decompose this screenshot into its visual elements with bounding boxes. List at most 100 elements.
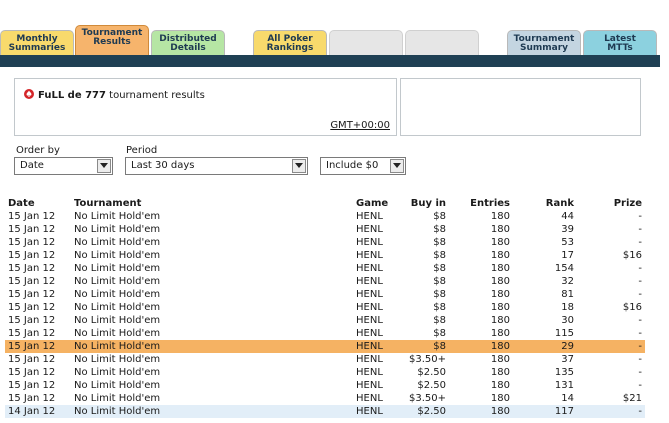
cell-rank: 39 (561, 224, 574, 235)
period-value: Last 30 days (131, 160, 195, 171)
cell-prize: - (638, 380, 642, 391)
tab-tournament-results[interactable]: Tournament Results (75, 25, 149, 55)
table-row[interactable]: 15 Jan 12 No Limit Hold'em HENL $8 180 115 - (5, 327, 645, 340)
cell-date: 15 Jan 12 (5, 340, 71, 353)
cell-buyin: $8 (433, 289, 446, 300)
cell-buyin: $2.50 (397, 405, 449, 418)
cell-game: HENL (353, 340, 397, 353)
cell-prize: - (638, 237, 642, 248)
cell-prize: - (638, 354, 642, 365)
cell-prize: - (638, 263, 642, 274)
cell-buyin: $8 (433, 211, 446, 222)
cell-tournament: No Limit Hold'em (74, 393, 161, 404)
cell-game: HENL (356, 263, 383, 274)
col-rank[interactable]: Rank (513, 196, 577, 210)
table-row[interactable]: 15 Jan 12 No Limit Hold'em HENL $8 180 39 - (5, 223, 645, 236)
cell-rank: 131 (554, 380, 574, 391)
cell-rank: 32 (561, 276, 574, 287)
cell-date: 15 Jan 12 (8, 276, 56, 287)
cell-prize: - (638, 315, 642, 326)
col-date[interactable]: Date (5, 196, 71, 210)
cell-buyin: $3.50+ (408, 393, 446, 404)
table-row[interactable]: 15 Jan 12 No Limit Hold'em HENL $3.50+ 180 37… (5, 353, 645, 366)
table-row[interactable]: 15 Jan 12 No Limit Hold'em HENL $2.50 180 135… (5, 366, 645, 379)
cell-buyin: $8 (433, 250, 446, 261)
cell-buyin: $8 (433, 302, 446, 313)
cell-entries: 180 (490, 289, 510, 300)
cell-rank: 37 (561, 354, 574, 365)
table-row[interactable]: 15 Jan 12 No Limit Hold'em HENL $8 180 17 $16 (5, 249, 645, 262)
tab-label: Results (93, 37, 131, 47)
cell-buyin: $8 (433, 237, 446, 248)
cell-rank: 135 (554, 367, 574, 378)
table-header: Date Tournament Game Buy in Entries Rank… (5, 196, 645, 210)
tab-empty-2[interactable] (405, 30, 479, 56)
cell-date: 14 Jan 12 (5, 405, 71, 418)
tab-underline-bar (0, 55, 660, 67)
cell-entries: 180 (490, 211, 510, 222)
table-row[interactable]: 15 Jan 12 No Limit Hold'em HENL $8 180 32 - (5, 275, 645, 288)
cell-prize: - (638, 289, 642, 300)
secondary-info-box (400, 78, 641, 136)
order-by-select[interactable]: Date (14, 157, 113, 175)
cell-tournament: No Limit Hold'em (74, 315, 161, 326)
cell-entries: 180 (449, 340, 513, 353)
tab-tournament-summary[interactable]: Tournament Summary (507, 30, 581, 56)
cell-prize: - (638, 367, 642, 378)
col-game[interactable]: Game (353, 196, 397, 210)
cell-game: HENL (353, 405, 397, 418)
cell-game: HENL (356, 224, 383, 235)
include-zero-select[interactable]: Include $0 (320, 157, 406, 175)
pokerstars-spade-icon (24, 89, 34, 99)
col-entries[interactable]: Entries (449, 196, 513, 210)
table-row[interactable]: 15 Jan 12 No Limit Hold'em HENL $3.50+ 180 14… (5, 392, 645, 405)
cell-game: HENL (356, 276, 383, 287)
cell-game: HENL (356, 367, 383, 378)
cell-prize: $16 (622, 302, 642, 313)
cell-rank: 154 (554, 263, 574, 274)
tab-latest-mtts[interactable]: Latest MTTs (583, 30, 657, 56)
timezone-link[interactable]: GMT+00:00 (330, 120, 390, 131)
table-row[interactable]: 15 Jan 12 No Limit Hold'em HENL $2.50 180 131… (5, 379, 645, 392)
table-row[interactable]: 15 Jan 12 No Limit Hold'em HENL $8 180 44 - (5, 210, 645, 223)
tab-label: Summaries (8, 43, 66, 53)
table-row[interactable]: 15 Jan 12 No Limit Hold'em HENL $8 180 18 $16 (5, 301, 645, 314)
col-tournament[interactable]: Tournament (71, 196, 353, 210)
table-row[interactable]: 15 Jan 12 No Limit Hold'em HENL $8 180 154 - (5, 262, 645, 275)
cell-tournament: No Limit Hold'em (74, 237, 161, 248)
cell-entries: 180 (490, 380, 510, 391)
cell-entries: 180 (490, 224, 510, 235)
cell-prize: - (638, 276, 642, 287)
cell-game: HENL (356, 250, 383, 261)
tab-distributed-details[interactable]: Distributed Details (151, 30, 225, 56)
period-select[interactable]: Last 30 days (125, 157, 308, 175)
col-prize[interactable]: Prize (577, 196, 645, 210)
cell-entries: 180 (490, 302, 510, 313)
tab-label: Summary (519, 43, 569, 53)
tab-empty-1[interactable] (329, 30, 403, 56)
cell-rank: 81 (561, 289, 574, 300)
table-row[interactable]: 15 Jan 12 No Limit Hold'em HENL $8 180 81 - (5, 288, 645, 301)
cell-prize: - (638, 211, 642, 222)
table-row[interactable]: 15 Jan 12 No Limit Hold'em HENL $8 180 30 - (5, 314, 645, 327)
cell-game: HENL (356, 315, 383, 326)
table-row[interactable]: 15 Jan 12 No Limit Hold'em HENL $8 180 53 - (5, 236, 645, 249)
cell-game: HENL (356, 393, 383, 404)
cell-rank: 44 (561, 211, 574, 222)
cell-rank: 29 (513, 340, 577, 353)
cell-date: 15 Jan 12 (8, 328, 56, 339)
cell-buyin: $8 (433, 224, 446, 235)
tab-monthly-summaries[interactable]: Monthly Summaries (0, 30, 74, 56)
order-by-value: Date (20, 160, 44, 171)
tab-label: Details (170, 43, 206, 53)
chevron-down-icon (292, 159, 306, 173)
col-buyin[interactable]: Buy in (397, 196, 449, 210)
player-info-box: FuLL de 777 tournament results GMT+00:00 (14, 78, 397, 136)
cell-prize: $16 (622, 250, 642, 261)
cell-tournament: No Limit Hold'em (74, 354, 161, 365)
table-row[interactable]: 15 Jan 12 No Limit Hold'em HENL $8 180 29- (5, 340, 645, 353)
cell-tournament: No Limit Hold'em (74, 289, 161, 300)
cell-rank: 30 (561, 315, 574, 326)
table-row[interactable]: 14 Jan 12 No Limit Hold'em HENL $2.50 180 117… (5, 405, 645, 418)
tab-all-poker-rankings[interactable]: All Poker Rankings (253, 30, 327, 56)
